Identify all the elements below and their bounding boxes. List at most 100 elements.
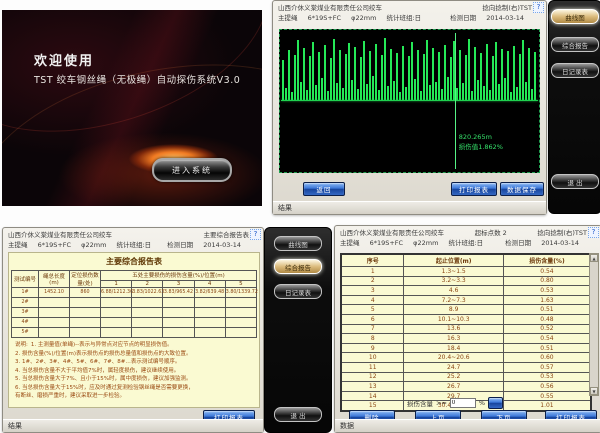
signal-chart[interactable]: 820.265m 损伤值1.862% [279, 29, 540, 173]
cursor-position: 820.265m [459, 132, 503, 142]
signal-bar [432, 48, 434, 100]
signal-bar [336, 83, 338, 100]
signal-bar [297, 40, 299, 100]
damage-table-row[interactable]: 713.60.52 [341, 324, 591, 334]
signal-bar [477, 80, 479, 100]
damage-table-row[interactable]: 1326.70.56 [341, 382, 591, 392]
save-data-button[interactable]: 数据保存 [500, 182, 544, 196]
damage-table-row[interactable]: 816.30.54 [341, 334, 591, 344]
damage-cell: 9 [341, 343, 404, 353]
chart-cursor-line[interactable] [455, 33, 456, 169]
damage-cell: 0.48 [503, 314, 591, 324]
damage-table-row[interactable]: 610.1~10.30.48 [341, 314, 591, 324]
signal-bar [486, 44, 488, 100]
scroll-down-icon[interactable]: ▼ [590, 387, 598, 395]
note-line: 6. 当总损伤含量大于15%时，应及时通过复测检验钢丝绳是否需要更换， [15, 384, 255, 393]
signal-bar [426, 40, 428, 100]
filter-apply-button[interactable] [488, 397, 503, 409]
damage-table-row[interactable]: 1020.4~20.60.60 [341, 353, 591, 363]
signal-bar [300, 82, 302, 100]
welcome-text: 欢迎使用 [34, 50, 94, 69]
rope-spec: 6*19S+FC [370, 239, 404, 247]
shift-label: 统计班组:日 [386, 14, 421, 22]
scroll-up-icon[interactable]: ▲ [590, 254, 598, 262]
report-cell [132, 318, 163, 328]
damage-cell: 8.9 [404, 305, 503, 315]
filter-value-input[interactable] [450, 398, 476, 408]
signal-bar [381, 55, 383, 100]
report-cell [163, 308, 194, 318]
table-scrollbar[interactable]: ▲ ▼ [589, 253, 599, 396]
waveform-header: 山西介休义棠煤业有限责任公司绞车 捻向捻制(右)TST 主提绳 6*19S+FC… [273, 1, 546, 24]
signal-bar [396, 53, 398, 100]
signal-bars [282, 34, 537, 100]
help-icon[interactable]: ? [533, 2, 544, 13]
help-icon[interactable]: ? [250, 229, 261, 240]
damage-table-row[interactable]: 58.90.51 [341, 305, 591, 315]
exit-button[interactable]: 退 出 [551, 174, 599, 189]
lay-info: 捻向捻制(右)TST [482, 3, 532, 13]
report-table-row: 1#1452.108606.88/1212.363.83/1022.633.83… [12, 288, 257, 298]
data-header: 山西介休义棠煤业有限责任公司绞车 超标点数 2 捻向捻制(右)TST 主提绳 6… [335, 226, 600, 249]
report-cell: 3.83/1022.63 [132, 288, 163, 298]
damage-table-row[interactable]: 47.2~7.31.63 [341, 295, 591, 305]
back-button[interactable]: 返回 [303, 182, 345, 196]
signal-bar [501, 49, 503, 100]
damage-cell: 0.55 [503, 391, 591, 401]
report-cell: 3.83/965.42 [163, 288, 194, 298]
signal-bar [294, 55, 296, 100]
curve-view-button[interactable]: 曲线图 [274, 236, 322, 251]
signal-bar [333, 39, 335, 100]
signal-bar [492, 56, 494, 100]
daily-log-button[interactable]: 日记录表 [274, 284, 322, 299]
signal-bar [330, 58, 332, 100]
signal-bar [528, 48, 530, 100]
rope-diameter: φ22mm [351, 14, 376, 22]
damage-table-row[interactable]: 1124.70.57 [341, 362, 591, 372]
damage-cell: 0.57 [503, 362, 591, 372]
damage-table-row[interactable]: 34.60.53 [341, 286, 591, 296]
signal-bar [504, 78, 506, 100]
report-cell [194, 298, 225, 308]
rope-label: 主提绳 [340, 239, 360, 247]
report-cell: 1# [12, 288, 39, 298]
report-sheet: 主要综合报告表 测试编号 绳总长度(m) 定位损伤数量(处) 五处主要损伤的损伤… [8, 252, 260, 408]
chart-baseline [281, 100, 538, 101]
signal-bar [282, 60, 284, 100]
signal-bar [327, 91, 329, 100]
daily-log-button[interactable]: 日记录表 [551, 63, 599, 78]
signal-bar [309, 56, 311, 100]
help-icon[interactable]: ? [588, 227, 599, 238]
enter-system-button[interactable]: 进入系统 [152, 158, 232, 182]
signal-bar [498, 84, 500, 100]
report-cell [163, 318, 194, 328]
signal-bar [342, 88, 344, 100]
signal-bar [450, 57, 452, 100]
report-view-button[interactable]: 综合报告 [551, 37, 599, 52]
report-cell: 1452.10 [39, 288, 70, 298]
damage-cell: 0.51 [503, 343, 591, 353]
date-value: 2014-03-14 [541, 239, 579, 247]
signal-bar [522, 40, 524, 100]
report-cell [132, 308, 163, 318]
signal-bar [489, 90, 491, 100]
print-report-button[interactable]: 打印报表 [451, 182, 497, 196]
app-title: TST 绞车钢丝绳（无极绳）自动探伤系统V3.0 [34, 72, 240, 86]
damage-table-row[interactable]: 11.3~1.50.54 [341, 267, 591, 277]
damage-table-row[interactable]: 23.2~3.30.80 [341, 276, 591, 286]
damage-table-row[interactable]: 1225.20.53 [341, 372, 591, 382]
exit-button[interactable]: 退 出 [274, 407, 322, 422]
report-side-panel: 曲线图 综合报告 日记录表 退 出 [264, 227, 332, 433]
signal-bar [462, 83, 464, 100]
waveform-window: 山西介休义棠煤业有限责任公司绞车 捻向捻制(右)TST 主提绳 6*19S+FC… [272, 0, 547, 215]
report-cell [225, 298, 256, 308]
curve-view-button[interactable]: 曲线图 [551, 9, 599, 24]
signal-bar [525, 82, 527, 100]
damage-cell: 25.2 [404, 372, 503, 382]
damage-table-row[interactable]: 918.40.51 [341, 343, 591, 353]
date-label: 检测日期 [167, 241, 193, 249]
damage-cell: 1 [341, 267, 404, 277]
report-view-button[interactable]: 综合报告 [274, 259, 322, 274]
report-table-row: 5# [12, 328, 257, 338]
signal-bar [510, 92, 512, 100]
